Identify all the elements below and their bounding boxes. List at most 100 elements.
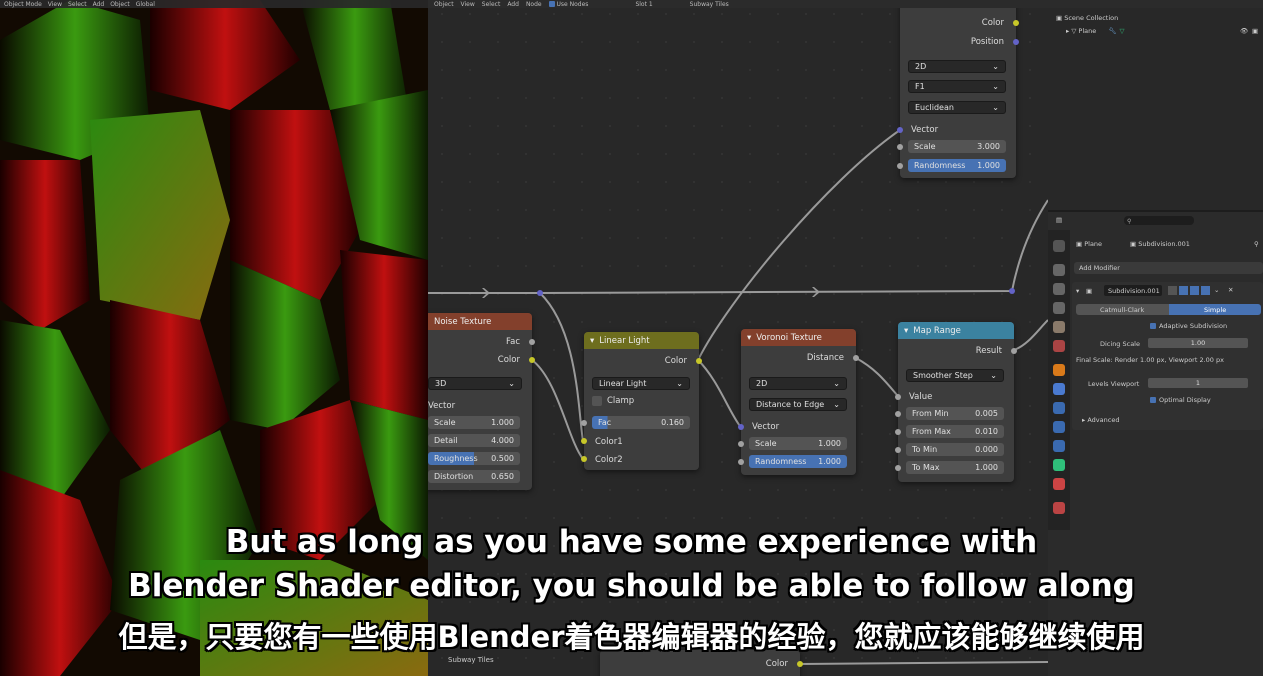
vector-input-socket[interactable]: [897, 127, 903, 133]
top-voronoi-node[interactable]: Color Position 2D ⌄ F1 ⌄ Euclidean ⌄ Vector…: [897, 0, 1019, 178]
levels-viewport-field[interactable]: 1: [1148, 378, 1248, 388]
from-min-field[interactable]: From Min 0.005: [906, 407, 1004, 420]
editor-type-icon[interactable]: ▤: [1056, 216, 1062, 224]
distortion-field[interactable]: Distortion 0.650: [428, 470, 520, 483]
render-tab-icon[interactable]: [1053, 264, 1065, 276]
simple-button[interactable]: Simple: [1169, 304, 1261, 315]
transform-orientation[interactable]: Global: [136, 1, 155, 8]
world-tab-icon[interactable]: [1053, 340, 1065, 352]
edit-mode-icon[interactable]: [1179, 286, 1188, 295]
vector-input-socket[interactable]: [738, 424, 744, 430]
render-display-icon[interactable]: [1201, 286, 1210, 295]
camera-render-icon[interactable]: ▣: [1252, 27, 1258, 35]
scale-input-socket[interactable]: [738, 441, 744, 447]
optimal-display-checkbox[interactable]: [1150, 397, 1156, 403]
scale-input-socket[interactable]: [897, 144, 903, 150]
modifier-tab-icon[interactable]: [1053, 383, 1065, 395]
viewport-header[interactable]: Object Mode View Select Add Object Globa…: [0, 0, 428, 8]
scale-field[interactable]: Scale 1.000: [428, 416, 520, 429]
subdivision-modifier-panel[interactable]: ▾ ▣ Subdivision.001 ⌄ ✕ Catmull-Clark Si…: [1072, 282, 1263, 430]
viewport-display-icon[interactable]: [1190, 286, 1199, 295]
node-editor-header[interactable]: Object View Select Add Node Use Nodes Sl…: [428, 0, 1048, 8]
color1-input-socket[interactable]: [581, 438, 587, 444]
to-min-socket[interactable]: [895, 447, 901, 453]
node-header[interactable]: ▾ Linear Light: [584, 332, 699, 349]
from-min-socket[interactable]: [895, 411, 901, 417]
outliner-header[interactable]: [1048, 0, 1263, 8]
map-range-node[interactable]: ▾ Map Range Result Smoother Step ⌄ Value F…: [895, 322, 1017, 482]
to-min-field[interactable]: To Min 0.000: [906, 443, 1004, 456]
close-icon[interactable]: ✕: [1228, 286, 1233, 294]
fac-field[interactable]: Fac 0.160: [592, 416, 690, 429]
outliner[interactable]: ▣ Scene Collection ▸ ▽ Plane 🔧︎ ▽ 👁︎ ▣: [1048, 8, 1263, 210]
tool-tab-icon[interactable]: [1053, 240, 1065, 252]
catmull-clark-button[interactable]: Catmull-Clark: [1076, 304, 1169, 315]
use-nodes-toggle[interactable]: Use Nodes: [548, 1, 588, 8]
output-tab-icon[interactable]: [1053, 283, 1065, 295]
feature-dropdown[interactable]: F1 ⌄: [908, 80, 1006, 93]
to-max-socket[interactable]: [895, 465, 901, 471]
collapse-chevron-icon[interactable]: ▾: [590, 336, 594, 346]
add-menu[interactable]: Add: [507, 1, 519, 8]
expand-arrow-icon[interactable]: ▸ ▽: [1066, 27, 1078, 35]
voronoi-texture-node[interactable]: ▾ Voronoi Texture Distance 2D ⌄ Distance t…: [738, 329, 859, 475]
detail-field[interactable]: Detail 4.000: [428, 434, 520, 447]
color-output-socket[interactable]: [1013, 20, 1019, 26]
fac-input-socket[interactable]: [581, 420, 587, 426]
collapse-chevron-icon[interactable]: ▾: [1076, 287, 1079, 295]
blend-mode-dropdown[interactable]: Linear Light ⌄: [592, 377, 690, 390]
on-cage-icon[interactable]: [1168, 286, 1177, 295]
scale-field[interactable]: Scale 3.000: [908, 140, 1006, 153]
visibility-eye-icon[interactable]: 👁︎: [1240, 27, 1248, 35]
dimensions-dropdown[interactable]: 2D ⌄: [908, 60, 1006, 73]
object-dropdown[interactable]: Object: [434, 1, 454, 8]
node-menu[interactable]: Node: [526, 1, 542, 8]
color2-input-socket[interactable]: [581, 456, 587, 462]
view-layer-tab-icon[interactable]: [1053, 302, 1065, 314]
from-max-field[interactable]: From Max 0.010: [906, 425, 1004, 438]
mode-menu[interactable]: Object Mode: [4, 1, 42, 8]
randomness-field[interactable]: Randomness 1.000: [908, 159, 1006, 172]
node-header[interactable]: Noise Texture: [428, 313, 532, 330]
fac-output-socket[interactable]: [529, 339, 535, 345]
slot-dropdown[interactable]: Slot 1: [635, 1, 652, 8]
collapse-chevron-icon[interactable]: ▾: [747, 333, 751, 343]
add-menu[interactable]: Add: [93, 1, 105, 8]
properties-editor[interactable]: ▤ ⚲ ▣ Plane ▣ Subdivision.001 ⚲ Add Modi…: [1048, 212, 1263, 676]
color-output-socket[interactable]: [797, 661, 803, 667]
pin-icon[interactable]: ⚲: [1254, 240, 1259, 248]
linear-light-mix-node[interactable]: ▾ Linear Light Color Linear Light ⌄ Clamp …: [581, 332, 702, 470]
scene-tab-icon[interactable]: [1053, 321, 1065, 333]
metric-dropdown[interactable]: Euclidean ⌄: [908, 101, 1006, 114]
dimensions-dropdown[interactable]: 2D ⌄: [749, 377, 847, 390]
modifier-name-field[interactable]: Subdivision.001: [1104, 285, 1162, 296]
node-header[interactable]: ▾ Voronoi Texture: [741, 329, 856, 346]
clamp-checkbox[interactable]: Clamp: [592, 396, 634, 406]
object-tab-icon[interactable]: [1053, 364, 1065, 376]
scale-field[interactable]: Scale 1.000: [749, 437, 847, 450]
from-max-socket[interactable]: [895, 429, 901, 435]
particles-tab-icon[interactable]: [1053, 402, 1065, 414]
view-menu[interactable]: View: [48, 1, 62, 8]
noise-texture-node[interactable]: Noise Texture Fac Color 3D ⌄ Vector Scale…: [428, 313, 535, 490]
texture-tab-icon[interactable]: [1053, 502, 1065, 514]
view-menu[interactable]: View: [461, 1, 475, 8]
outliner-item-plane[interactable]: ▸ ▽ Plane 🔧︎ ▽: [1066, 27, 1125, 35]
result-output-socket[interactable]: [1011, 348, 1017, 354]
feature-dropdown[interactable]: Distance to Edge ⌄: [749, 398, 847, 411]
search-input[interactable]: ⚲: [1124, 216, 1194, 225]
data-tab-icon[interactable]: [1053, 459, 1065, 471]
object-menu[interactable]: Object: [110, 1, 130, 8]
constraints-tab-icon[interactable]: [1053, 440, 1065, 452]
scene-collection-item[interactable]: ▣ Scene Collection: [1056, 14, 1118, 22]
select-menu[interactable]: Select: [482, 1, 501, 8]
dimensions-dropdown[interactable]: 3D ⌄: [428, 377, 522, 390]
physics-tab-icon[interactable]: [1053, 421, 1065, 433]
properties-header[interactable]: ▤ ⚲: [1048, 214, 1263, 226]
interpolation-dropdown[interactable]: Smoother Step ⌄: [906, 369, 1004, 382]
value-input-socket[interactable]: [895, 394, 901, 400]
add-modifier-dropdown[interactable]: Add Modifier: [1074, 262, 1263, 274]
randomness-input-socket[interactable]: [738, 459, 744, 465]
position-output-socket[interactable]: [1013, 39, 1019, 45]
color-output-socket[interactable]: [529, 357, 535, 363]
